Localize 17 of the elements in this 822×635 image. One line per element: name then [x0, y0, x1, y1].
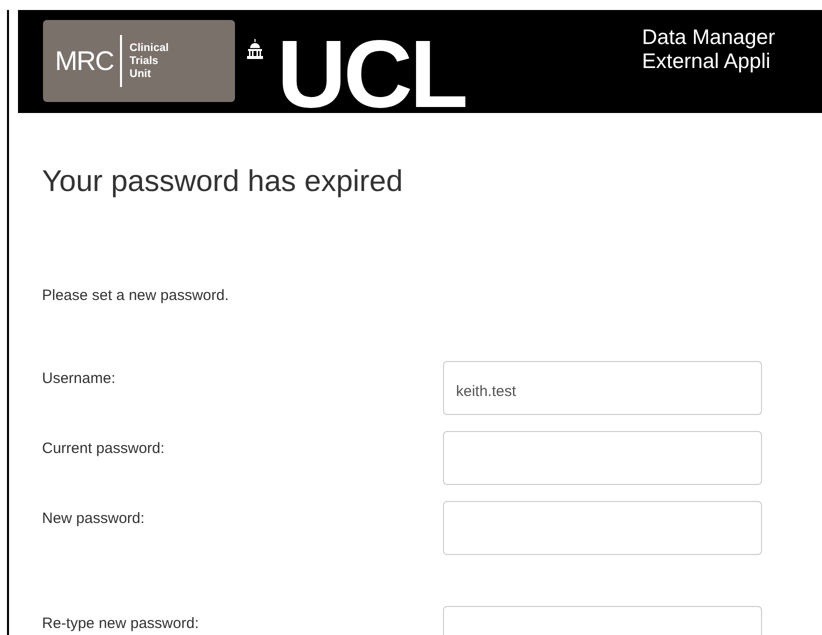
logo-text: Clinical — [130, 42, 169, 54]
input-field[interactable]: keith.test — [443, 361, 762, 415]
field-label: Username: — [42, 370, 116, 387]
logo-text: Unit — [130, 68, 152, 80]
field-label: Current password: — [42, 440, 165, 457]
app-title: External Appli — [642, 50, 772, 74]
instruction-text: Please set a new password. — [42, 287, 230, 304]
page-heading: Your password has expired — [42, 165, 404, 199]
input-field[interactable] — [443, 501, 762, 555]
building-icon — [247, 39, 263, 59]
field-label: Re-type new password: — [42, 615, 199, 632]
app-title: Data Manager — [642, 26, 776, 50]
field-label: New password: — [42, 510, 145, 527]
input-field[interactable] — [443, 431, 762, 485]
logo-text: MRC — [55, 46, 114, 76]
ucl-logo: UCL — [277, 38, 466, 112]
logo-text: Trials — [130, 54, 160, 68]
